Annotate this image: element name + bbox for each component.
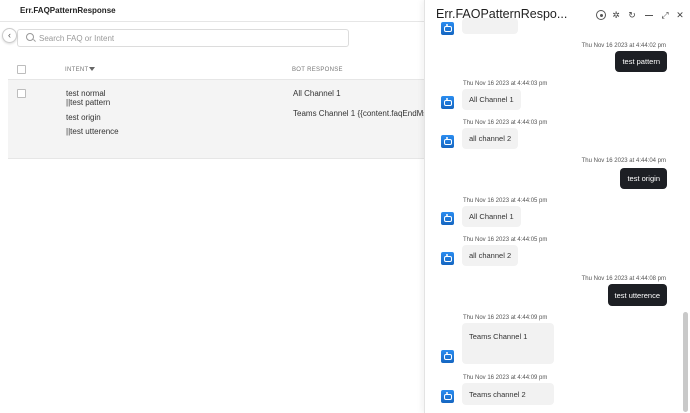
app-title: Err.FAQPatternResponse [20, 6, 116, 15]
intent-line: test normal [66, 89, 106, 98]
message-timestamp: Thu Nov 16 2023 at 4:44:03 pm [463, 120, 548, 126]
table-header: INTENT BOT RESPONSE [8, 60, 428, 80]
bot-message: all channel 2 [462, 128, 519, 149]
bot-message: Teams Channel 1 [462, 323, 554, 364]
bot-avatar-icon [441, 22, 454, 35]
close-icon[interactable]: ✕ [675, 10, 685, 20]
message-timestamp: Thu Nov 16 2023 at 4:44:02 pm [581, 43, 666, 49]
bot-avatar-icon [441, 350, 454, 363]
select-all-checkbox[interactable] [17, 65, 26, 74]
chevron-left-icon: ‹ [8, 30, 11, 40]
intent-line: ||test pattern [66, 98, 111, 107]
intent-column-header[interactable]: INTENT [65, 67, 96, 73]
search-icon [26, 33, 34, 41]
bot-message: All Channel 1 [462, 206, 521, 227]
search-input[interactable] [39, 31, 339, 45]
user-message: test pattern [615, 51, 667, 72]
message-timestamp: Thu Nov 16 2023 at 4:44:08 pm [581, 276, 666, 282]
intent-line: ||test utterence [66, 127, 119, 136]
user-message: test origin [620, 168, 667, 189]
response-line: All Channel 1 [293, 89, 341, 98]
message-timestamp: Thu Nov 16 2023 at 4:44:03 pm [463, 81, 548, 87]
bot-avatar-icon [441, 252, 454, 265]
chat-scrollbar[interactable] [683, 312, 688, 412]
bot-message: Teams channel 2 [462, 383, 554, 405]
intent-line: test origin [66, 113, 101, 122]
message-timestamp: Thu Nov 16 2023 at 4:44:09 pm [463, 375, 548, 381]
bot-message: all channel 2 [462, 245, 519, 266]
minimize-icon[interactable] [644, 10, 654, 20]
bot-avatar-icon [441, 212, 454, 225]
refresh-icon[interactable]: ↻ [627, 10, 637, 20]
bot-avatar-icon [441, 390, 454, 403]
bug-icon[interactable]: ✲ [611, 10, 621, 20]
message-timestamp: Thu Nov 16 2023 at 4:44:09 pm [463, 315, 548, 321]
chat-panel: Err.FAQPatternRespo... ✲ ↻ ⤢ ✕ Thu Nov 1… [424, 0, 690, 413]
record-icon[interactable] [596, 10, 606, 20]
table-row[interactable]: test normal ||test pattern test origin |… [8, 80, 428, 159]
expand-icon[interactable]: ⤢ [660, 10, 670, 20]
user-message: test utterence [607, 284, 667, 306]
bot-avatar-icon [441, 135, 454, 148]
row-checkbox[interactable] [17, 89, 26, 98]
message-timestamp: Thu Nov 16 2023 at 4:44:05 pm [463, 198, 548, 204]
message-timestamp: Thu Nov 16 2023 at 4:44:04 pm [581, 158, 666, 164]
search-bar [17, 29, 349, 47]
bot-message [462, 18, 518, 34]
minimize-line [645, 15, 653, 16]
response-line: Teams Channel 1 {{content.faqEndMs [293, 109, 428, 118]
collapse-sidebar-button[interactable]: ‹ [2, 28, 17, 43]
bot-message: All Channel 1 [462, 89, 521, 110]
bot-avatar-icon [441, 96, 454, 109]
bot-response-column-header: BOT RESPONSE [292, 67, 343, 73]
message-timestamp: Thu Nov 16 2023 at 4:44:05 pm [463, 237, 548, 243]
sort-caret-icon [89, 67, 96, 71]
